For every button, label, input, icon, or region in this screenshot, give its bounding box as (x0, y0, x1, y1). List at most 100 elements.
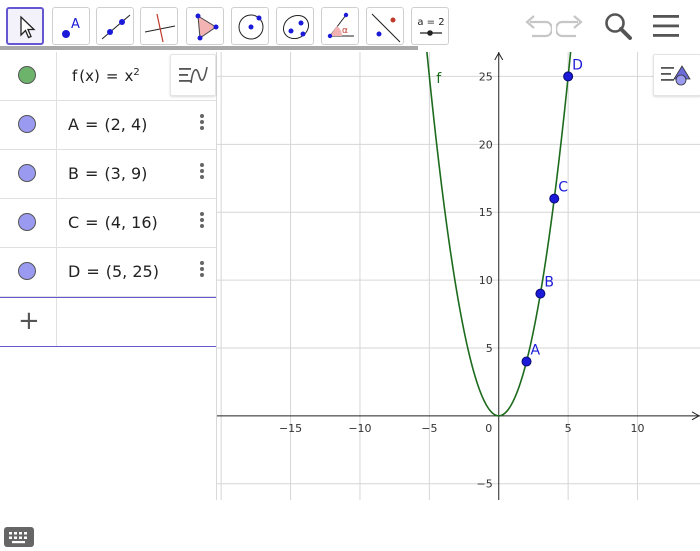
visibility-toggle-B[interactable] (18, 164, 36, 182)
polygon-icon (195, 13, 219, 41)
perpendicular-line-icon (144, 13, 176, 43)
function-arg: (x) (79, 67, 100, 85)
toolbar-scrollbar[interactable] (0, 46, 418, 50)
point-label-B: B (544, 275, 554, 291)
more-options-icon[interactable] (200, 114, 204, 134)
toolbar: A α a = 2 (0, 0, 700, 52)
equals-sign: = (85, 213, 99, 232)
algebra-row-C[interactable]: C = (4, 16) (0, 199, 216, 248)
algebra-row-D[interactable]: D = (5, 25) (0, 248, 216, 297)
graphics-style-bar-button[interactable] (653, 54, 700, 96)
y-tick-label: 20 (479, 138, 493, 151)
reflect-about-line-icon (371, 13, 401, 43)
graphics-style-icon (661, 65, 691, 86)
equals-sign: = (84, 115, 99, 134)
point-coords: (4, 16) (104, 213, 158, 232)
equals-sign: = (86, 262, 100, 281)
function-definition[interactable]: f (x) = x2 (72, 67, 140, 85)
x-tick-label: 0 (485, 422, 492, 435)
point-label-D: D (572, 57, 583, 73)
graphics-view[interactable]: −15 −10 −5 0 5 10 −5 5 10 15 20 25 f A B C D (217, 52, 700, 500)
function-name: f (72, 67, 78, 85)
function-expr-base: x (124, 67, 134, 85)
equals-sign: = (84, 164, 99, 183)
ellipse-icon (282, 14, 310, 40)
point-coords: (2, 4) (104, 115, 148, 134)
add-icon[interactable]: + (18, 308, 40, 334)
keyboard-button[interactable] (4, 527, 34, 547)
point-definition-D[interactable]: D = (5, 25) (68, 262, 159, 281)
search-icon (605, 13, 632, 40)
visibility-toggle-C[interactable] (18, 213, 36, 231)
x-tick-label: 5 (565, 422, 572, 435)
point-label-A: A (531, 343, 541, 359)
line-through-points-icon (101, 14, 131, 40)
undo-icon (525, 15, 552, 38)
slider-tool-button[interactable]: a = 2 (411, 7, 449, 45)
y-tick-label: 15 (479, 206, 493, 219)
marble-cell (0, 150, 57, 198)
point-icon: A (62, 17, 80, 38)
point-label-C: C (558, 180, 568, 196)
marble-cell (0, 199, 57, 247)
point-name: B (68, 164, 79, 183)
line-tool-button[interactable] (96, 7, 134, 45)
x-tick-label: −15 (279, 422, 302, 435)
marble-cell (0, 101, 57, 149)
point-definition-B[interactable]: B = (3, 9) (68, 164, 147, 183)
reflect-tool-button[interactable] (366, 7, 404, 45)
move-tool-button[interactable] (6, 7, 44, 45)
point-coords: (5, 25) (105, 262, 159, 281)
algebra-style-bar-button[interactable] (170, 54, 216, 96)
point-tool-label: A (71, 17, 80, 32)
circle-tool-button[interactable] (231, 7, 269, 45)
angle-icon: α (327, 12, 354, 39)
angle-tool-label: α (342, 26, 348, 36)
function-label-f: f (436, 71, 442, 87)
more-options-icon[interactable] (200, 212, 204, 232)
circle-center-point-icon (238, 14, 264, 40)
point-coords: (3, 9) (104, 164, 148, 183)
y-tick-label: 25 (479, 70, 493, 83)
algebra-row-B[interactable]: B = (3, 9) (0, 150, 216, 199)
redo-button[interactable] (556, 10, 588, 42)
more-options-icon[interactable] (200, 261, 204, 281)
more-options-icon[interactable] (200, 163, 204, 183)
polygon-tool-button[interactable] (186, 7, 224, 45)
graph-plot[interactable]: −15 −10 −5 0 5 10 −5 5 10 15 20 25 f A B C D (217, 52, 700, 500)
redo-icon (556, 15, 583, 38)
keyboard-icon (9, 532, 27, 544)
angle-tool-button[interactable]: α (321, 7, 359, 45)
slider-tool-label: a = 2 (417, 17, 444, 28)
marble-cell (0, 248, 57, 296)
y-tick-label: −5 (477, 478, 493, 491)
point-name: C (68, 213, 80, 232)
x-tick-label: −5 (421, 422, 437, 435)
algebra-input-row[interactable]: + (0, 297, 216, 347)
algebra-row-A[interactable]: A = (2, 4) (0, 101, 216, 150)
main-menu-button[interactable] (650, 10, 682, 42)
point-tool-button[interactable]: A (52, 7, 90, 45)
equals-sign: = (105, 67, 119, 85)
point-definition-A[interactable]: A = (2, 4) (68, 115, 147, 134)
visibility-toggle-D[interactable] (18, 262, 36, 280)
point-definition-C[interactable]: C = (4, 16) (68, 213, 158, 232)
undo-button[interactable] (520, 10, 552, 42)
algebra-view: f (x) = x2 A = (2, 4) B = (3, 9) C = (4,… (0, 52, 217, 547)
y-tick-label: 10 (479, 274, 493, 287)
marble-cell: + (0, 298, 57, 346)
x-tick-label: 10 (631, 422, 645, 435)
cursor-arrow-icon (20, 15, 36, 39)
function-expr-exponent: 2 (133, 67, 140, 78)
visibility-toggle-f[interactable] (18, 66, 36, 84)
x-tick-label: −10 (348, 422, 371, 435)
ellipse-tool-button[interactable] (276, 7, 314, 45)
perpendicular-line-tool-button[interactable] (140, 7, 178, 45)
slider-icon: a = 2 (417, 17, 445, 36)
y-tick-label: 5 (486, 342, 493, 355)
point-name: A (68, 115, 79, 134)
point-name: D (68, 262, 81, 281)
visibility-toggle-A[interactable] (18, 115, 36, 133)
search-button[interactable] (602, 10, 634, 42)
hamburger-menu-icon (653, 15, 679, 37)
